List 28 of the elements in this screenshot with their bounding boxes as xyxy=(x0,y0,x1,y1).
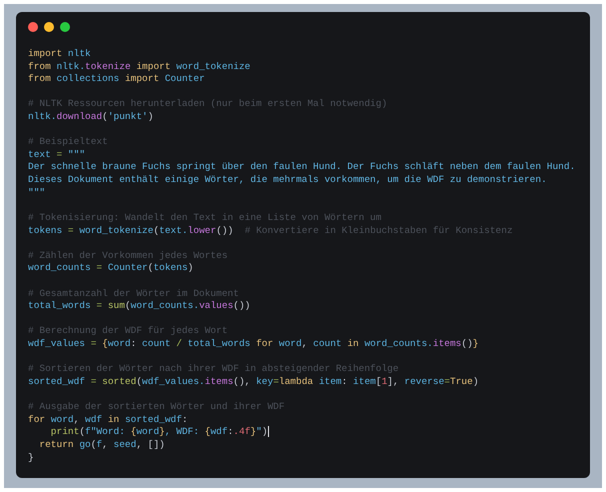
code-line: } xyxy=(28,452,34,464)
code-line: text = """ xyxy=(28,148,86,162)
code-line: tokens = word_tokenize(text.lower()) # Konvertiere in Kleinbuchstaben für Konsistenz xyxy=(28,224,513,238)
code-line: nltk.download('punkt') xyxy=(28,111,154,124)
window-close-button[interactable] xyxy=(28,22,38,32)
code-line: # Zählen der Vorkommen jedes Wortes xyxy=(28,250,228,262)
code-line: # Beispieltext xyxy=(28,136,108,149)
code-line: wdf_values = {word: count / total_words for word, count in word_counts.items()} xyxy=(28,338,478,351)
code-line: # NLTK Ressourcen herunterladen (nur beim ersten Mal notwendig) xyxy=(28,98,388,112)
code-line: Der schnelle braune Fuchs springt über den faulen Hund. Der Fuchs schläft neben dem faulen Hund. xyxy=(28,161,576,174)
code-line: # Tokenisierung: Wandelt den Text in eine Liste von Wörtern um xyxy=(28,212,382,225)
code-line: # Sortieren der Wörter nach ihrer WDF in absteigender Reihenfolge xyxy=(28,363,399,376)
window-maximize-button[interactable] xyxy=(60,22,70,32)
window-minimize-button[interactable] xyxy=(44,22,54,32)
code-line: import nltk xyxy=(28,48,91,61)
code-line: sorted_wdf = sorted(wdf_values.items(), key=lambda item: item[1], reverse=True) xyxy=(28,376,479,388)
code-line: # Berechnung der WDF für jedes Wort xyxy=(28,325,228,338)
code-line: Dieses Dokument enthält einige Wörter, die mehrmals vorkommen, um die WDF zu demonstrieren. xyxy=(28,174,547,187)
code-line: from nltk.tokenize import word_tokenize xyxy=(28,60,250,74)
code-line: total_words = sum(word_counts.values()) xyxy=(28,300,250,313)
code-line: print(f"Word: {word}, WDF: {wdf:.4f}") xyxy=(50,426,269,439)
code-line: return go(f, seed, []) xyxy=(38,438,165,452)
code-line: from collections import Counter xyxy=(28,73,205,86)
code-line: # Ausgabe der sortierten Wörter und ihrer WDF xyxy=(28,401,285,414)
code-line: for word, wdf in sorted_wdf: xyxy=(28,414,188,426)
code-line: # Gesamtanzahl der Wörter im Dokument xyxy=(28,288,239,300)
code-line: word_counts = Counter(tokens) xyxy=(28,262,194,275)
code-line: """ xyxy=(28,186,46,200)
